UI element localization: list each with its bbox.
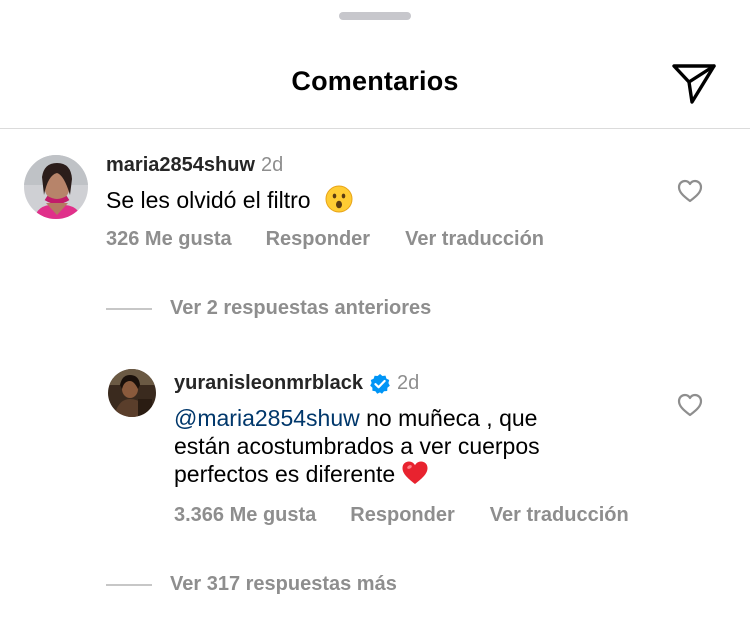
reply-text: @maria2854shuw no muñeca , que están aco… (174, 404, 540, 492)
share-button[interactable] (670, 60, 718, 106)
reply-line-3: perfectos es diferente (174, 460, 540, 492)
avatar-image (108, 369, 156, 417)
reply-button[interactable]: Responder (266, 228, 370, 251)
view-more-replies-label: Ver 317 respuestas más (170, 573, 397, 595)
comments-sheet: Comentarios maria2854shuw 2d Se les olvi… (0, 0, 750, 633)
verified-badge-icon (369, 373, 391, 395)
reply-body-line-3: perfectos es diferente (174, 461, 396, 488)
comment-actions: 326 Me gusta Responder Ver traducción (106, 228, 544, 251)
comment-time: 2d (260, 154, 284, 176)
red-heart-emoji-icon (401, 460, 429, 492)
replies-divider-line (106, 307, 152, 310)
likes-count[interactable]: 326 Me gusta (106, 228, 232, 251)
view-previous-replies-label: Ver 2 respuestas anteriores (170, 297, 432, 319)
reply-line-1: @maria2854shuw no muñeca , que (174, 404, 540, 432)
paper-plane-icon (672, 64, 716, 104)
like-button[interactable] (677, 179, 703, 203)
replies-divider-line (106, 583, 152, 586)
view-previous-replies-button[interactable]: Ver 2 respuestas anteriores (106, 297, 431, 320)
avatar-image (24, 155, 88, 219)
avatar[interactable] (24, 155, 88, 219)
page-title: Comentarios (291, 66, 459, 96)
reply-header: yuranisleonmrblack 2d (174, 372, 419, 395)
reply-username[interactable]: yuranisleonmrblack (174, 372, 363, 395)
heart-outline-icon (677, 393, 703, 417)
reply-time: 2d (396, 372, 420, 394)
reply-body-line-1: no muñeca , que (359, 405, 538, 431)
comment-text: Se les olvidó el filtro (106, 185, 353, 219)
comment-body: Se les olvidó el filtro (106, 187, 311, 214)
heart-outline-icon (677, 179, 703, 203)
reply-likes-count[interactable]: 3.366 Me gusta (174, 504, 316, 527)
reply-like-button[interactable] (677, 393, 703, 417)
view-more-replies-button[interactable]: Ver 317 respuestas más (106, 573, 397, 596)
comment-username[interactable]: maria2854shuw (106, 154, 255, 177)
reply-body-line-2: están acostumbrados a ver cuerpos (174, 433, 540, 459)
comment-header: maria2854shuw 2d (106, 154, 283, 177)
hushed-face-emoji-icon (325, 185, 353, 219)
translate-button[interactable]: Ver traducción (405, 228, 544, 251)
reply-reply-button[interactable]: Responder (350, 504, 454, 527)
sheet-grabber[interactable] (339, 12, 411, 20)
header-divider (0, 128, 750, 129)
mention-link[interactable]: @maria2854shuw (174, 405, 360, 431)
reply-translate-button[interactable]: Ver traducción (490, 504, 629, 527)
reply-actions: 3.366 Me gusta Responder Ver traducción (174, 504, 629, 527)
reply-avatar[interactable] (108, 369, 156, 417)
